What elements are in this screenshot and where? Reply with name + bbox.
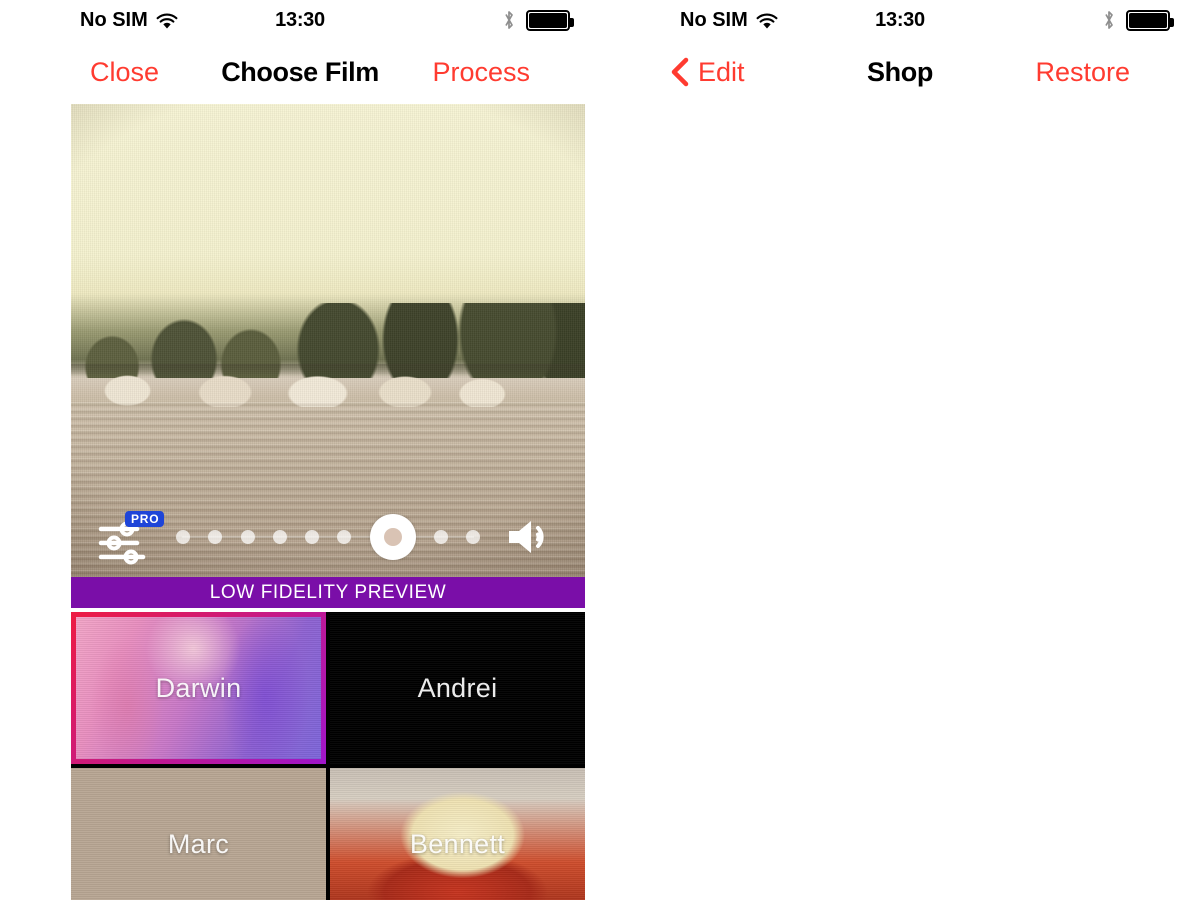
choose-film-panel: No SIM 13:30 Close Choose Film Process P… — [0, 0, 600, 900]
sliders-icon[interactable] — [97, 521, 155, 565]
nav-bar-left: Close Choose Film Process — [0, 40, 600, 104]
process-button[interactable]: Process — [432, 57, 530, 88]
slider-dot[interactable] — [305, 530, 319, 544]
slider-dot[interactable] — [433, 530, 448, 544]
slider-dot[interactable] — [176, 530, 190, 544]
slider-dot[interactable] — [337, 530, 352, 544]
slider-dot[interactable] — [208, 530, 223, 544]
low-fidelity-banner: LOW FIDELITY PREVIEW — [71, 577, 585, 608]
nav-bar-right: Edit Shop Restore — [600, 40, 1200, 104]
status-bar-right-group — [1102, 9, 1174, 31]
status-bar-right: No SIM 13:30 — [600, 0, 1200, 40]
slider-dot[interactable] — [272, 530, 287, 544]
screenshot-stage: No SIM 13:30 Close Choose Film Process P… — [0, 0, 1200, 900]
restore-button[interactable]: Restore — [1035, 57, 1130, 88]
film-preview[interactable]: PRO — [71, 104, 585, 577]
preview-boats — [71, 364, 585, 407]
slider-dots — [176, 514, 480, 560]
slider-dot[interactable] — [466, 530, 480, 544]
shop-panel: No SIM 13:30 Edit Shop Restore — [600, 0, 1200, 900]
bluetooth-icon — [502, 9, 516, 31]
film-thumbnail-marc[interactable]: Marc — [71, 768, 326, 900]
film-thumbnail-grid: Darwin Andrei Marc Bennett — [71, 612, 585, 900]
film-name-label: Marc — [167, 828, 230, 859]
pro-settings-control[interactable]: PRO — [97, 511, 169, 565]
film-thumbnail-andrei[interactable]: Andrei — [330, 612, 585, 764]
speaker-icon — [509, 521, 544, 553]
volume-button[interactable] — [505, 517, 557, 557]
film-name-label: Darwin — [155, 672, 242, 703]
battery-icon — [526, 9, 574, 31]
film-name-label: Bennett — [409, 828, 506, 859]
film-strength-slider[interactable] — [176, 514, 480, 560]
film-thumbnail-bennett[interactable]: Bennett — [330, 768, 585, 900]
film-name-label: Andrei — [417, 672, 498, 703]
status-bar-left: No SIM 13:30 — [0, 0, 600, 40]
status-bar-right-group — [502, 9, 574, 31]
pro-badge: PRO — [125, 511, 165, 527]
battery-icon — [1126, 9, 1174, 31]
preview-controls: PRO — [71, 505, 585, 577]
slider-thumb-selected[interactable] — [369, 514, 416, 560]
film-thumbnail-darwin[interactable]: Darwin — [71, 612, 326, 764]
slider-dot[interactable] — [240, 530, 255, 544]
bluetooth-icon — [1102, 9, 1116, 31]
